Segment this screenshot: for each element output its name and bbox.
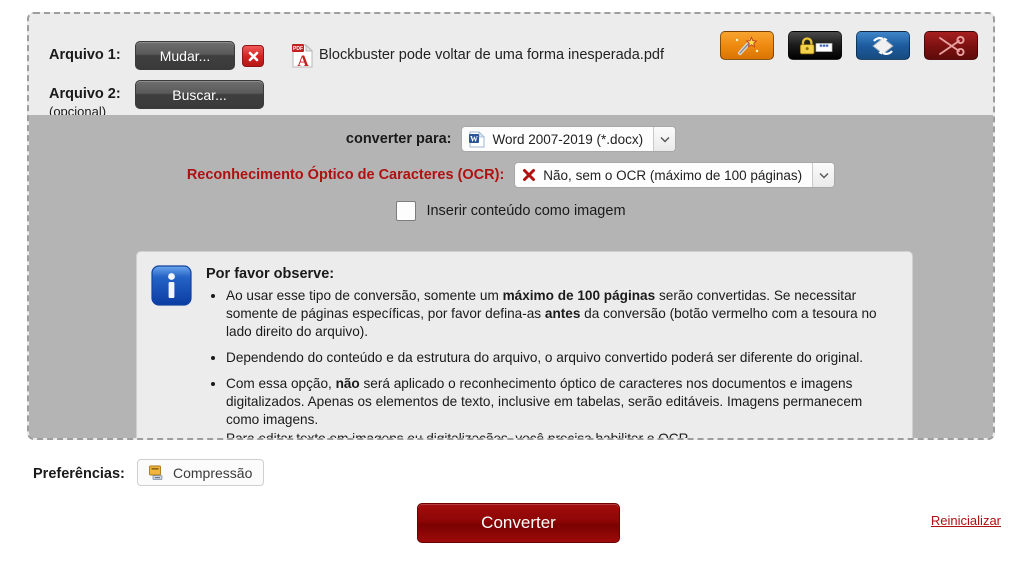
file-selection-area: Arquivo 1: Mudar... PDF A Blockbuster po…: [29, 14, 993, 119]
convert-button[interactable]: Converter: [417, 503, 620, 543]
insert-as-image-label: Inserir conteúdo como imagem: [426, 203, 626, 219]
compression-button-label: Compressão: [173, 464, 253, 481]
compression-button[interactable]: Compressão: [137, 459, 265, 486]
red-x-icon: [523, 169, 536, 181]
word-doc-icon: W: [469, 130, 486, 147]
file2-label: Arquivo 2:: [49, 86, 121, 102]
file1-name: Blockbuster pode voltar de uma forma ine…: [319, 47, 664, 63]
convert-to-select[interactable]: W Word 2007-2019 (*.docx): [461, 126, 677, 152]
convert-to-label: converter para:: [345, 131, 452, 147]
conversion-settings-panel: Arquivo 1: Mudar... PDF A Blockbuster po…: [27, 12, 995, 440]
ocr-row: Reconhecimento Óptico de Caracteres (OCR…: [29, 162, 993, 188]
svg-text:W: W: [470, 134, 478, 143]
info-icon: [151, 265, 192, 306]
insert-as-image-row: Inserir conteúdo como imagem: [29, 201, 993, 221]
browse-file-button[interactable]: Buscar...: [135, 80, 264, 109]
ocr-label: Reconhecimento Óptico de Caracteres (OCR…: [186, 167, 505, 183]
notice-title: Por favor observe:: [206, 266, 335, 282]
pdf-file-icon: PDF A: [292, 44, 313, 68]
ocr-select[interactable]: Não, sem o OCR (máximo de 100 páginas): [514, 162, 836, 188]
notice-bullet-list: Ao usar esse tipo de conversão, somente …: [206, 287, 898, 438]
magic-wand-icon[interactable]: [720, 31, 774, 60]
bottom-cutoff-text: [222, 559, 822, 567]
notice-bullet: Ao usar esse tipo de conversão, somente …: [226, 287, 898, 341]
reset-link[interactable]: Reinicializar: [931, 513, 1001, 528]
options-area: converter para: W Word 2007-2019 (*.docx…: [29, 115, 993, 438]
file1-label: Arquivo 1:: [49, 47, 121, 63]
insert-as-image-checkbox[interactable]: [396, 201, 417, 221]
password-lock-icon[interactable]: ***: [788, 31, 842, 60]
rotate-pages-icon[interactable]: [856, 31, 910, 60]
preferences-label: Preferências:: [33, 466, 125, 482]
svg-text:PDF: PDF: [293, 46, 303, 52]
convert-to-row: converter para: W Word 2007-2019 (*.docx…: [29, 126, 993, 152]
chevron-down-icon[interactable]: [812, 163, 835, 187]
notice-box: Por favor observe: Ao usar esse tipo de …: [136, 251, 913, 438]
compression-icon: [149, 465, 163, 480]
ocr-value: Não, sem o OCR (máximo de 100 páginas): [543, 167, 803, 183]
notice-bullet: Com essa opção, não será aplicado o reco…: [226, 375, 898, 438]
change-file-button[interactable]: Mudar...: [135, 41, 235, 70]
svg-text:***: ***: [819, 43, 829, 52]
svg-text:A: A: [297, 53, 309, 68]
chevron-down-icon[interactable]: [653, 127, 676, 151]
scissors-split-icon[interactable]: [924, 31, 978, 60]
close-x-icon[interactable]: [242, 45, 264, 67]
convert-to-value: Word 2007-2019 (*.docx): [492, 131, 644, 147]
notice-bullet: Dependendo do conteúdo e da estrutura do…: [226, 349, 898, 367]
